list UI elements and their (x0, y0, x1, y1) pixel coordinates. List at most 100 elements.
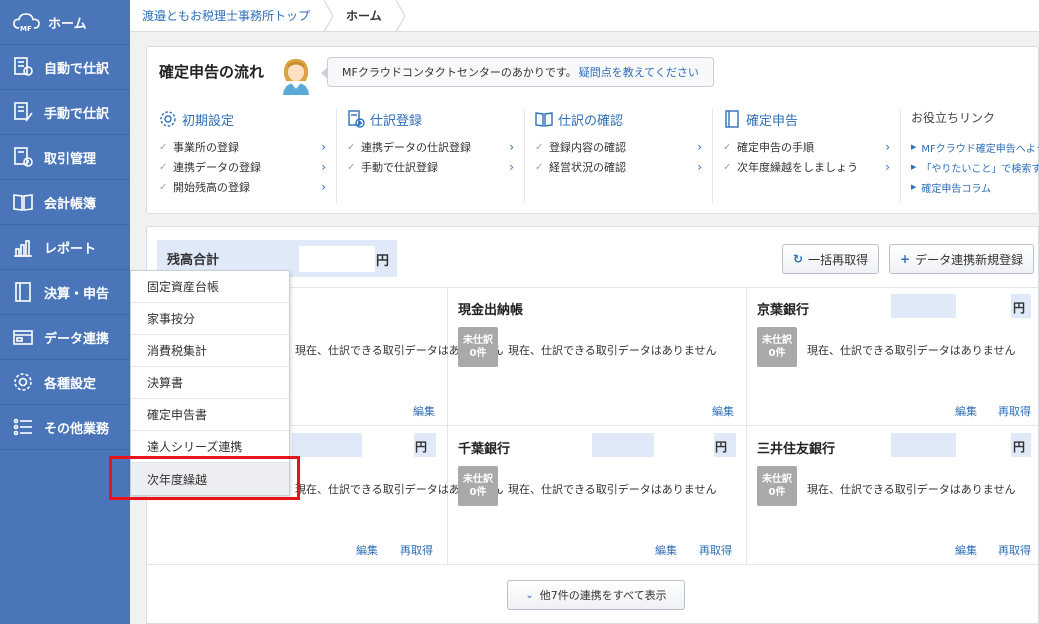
button-label: 一括再取得 (808, 252, 869, 267)
sidebar-item-transactions[interactable]: 取引管理 (0, 135, 130, 180)
check-icon: ✓ (347, 161, 356, 173)
col-title: 仕訳の確認 (558, 113, 624, 129)
refresh-icon: ↻ (793, 252, 804, 266)
useful-link[interactable]: ▶ 「やりたいこと」で検索する (911, 157, 1039, 177)
edit-link[interactable]: 編集 (955, 542, 977, 558)
refetch-link[interactable]: 再取得 (400, 542, 433, 558)
refetch-link[interactable]: 再取得 (998, 542, 1031, 558)
sidebar-item-auto-journal[interactable]: 自動で仕訳 (0, 45, 130, 90)
refresh-all-button[interactable]: ↻ 一括再取得 (782, 244, 880, 274)
flow-col-initial-setup: 初期設定 ✓ 事業所の登録 › ✓ 連携データの登録 › ✓ 開始残高の登録 › (159, 109, 337, 203)
sidebar-item-data-link[interactable]: データ連携 (0, 315, 130, 360)
button-label: 他7件の連携をすべて表示 (539, 589, 667, 602)
chevron-right-icon (395, 0, 406, 32)
list-icon (12, 416, 34, 438)
sidebar-item-settings[interactable]: 各種設定 (0, 360, 130, 405)
sidebar-item-report[interactable]: レポート (0, 225, 130, 270)
item-label: 経営状況の確認 (549, 161, 626, 174)
flow-item[interactable]: ✓ 連携データの仕訳登録 › (347, 137, 514, 157)
flow-item[interactable]: ✓ 登録内容の確認 › (535, 137, 702, 157)
badge-label: 未仕訳 (463, 335, 493, 346)
sidebar-item-label: 会計帳簿 (44, 196, 97, 212)
yen-label: 円 (415, 440, 428, 454)
edit-link[interactable]: 編集 (356, 542, 378, 558)
account-title: 千葉銀行 (458, 442, 511, 457)
journal-add-icon (348, 110, 365, 128)
transaction-icon (12, 146, 34, 168)
chevron-right-icon: › (509, 160, 514, 174)
balance-yen: 円 (375, 254, 389, 269)
show-all-links-button[interactable]: ⌄ 他7件の連携をすべて表示 (507, 580, 685, 610)
sidebar-item-manual-journal[interactable]: 手動で仕訳 (0, 90, 130, 135)
edit-link[interactable]: 編集 (413, 403, 435, 419)
flow-col-tax-return: 確定申告 ✓ 確定申告の手順 › ✓ 次年度繰越をしましょう › (723, 109, 901, 203)
menu-item-household-allocation[interactable]: 家事按分 (131, 303, 289, 335)
item-label: 開始残高の登録 (173, 181, 250, 194)
sidebar: MF ホーム 自動で仕訳 手動で仕訳 取引管理 会計帳簿 レポート 決算・申告 … (0, 0, 130, 624)
sidebar-item-label: その他業務 (44, 421, 110, 437)
manual-journal-icon (12, 101, 34, 123)
flow-col-head[interactable]: 仕訳の確認 (535, 109, 702, 129)
flow-item[interactable]: ✓ 連携データの登録 › (159, 157, 326, 177)
flow-title: 確定申告の流れ (159, 63, 265, 81)
chevron-right-icon (323, 0, 334, 32)
chevron-right-icon: › (697, 160, 702, 174)
yen-label: 円 (715, 440, 728, 454)
balance-label: 残高合計 (167, 253, 220, 268)
bubble-link[interactable]: 疑問点を教えてください (579, 64, 699, 80)
breadcrumb-office-top[interactable]: 渡邉ともお税理士事務所トップ (130, 0, 324, 32)
sidebar-item-label: 手動で仕訳 (44, 106, 110, 122)
badge-count: 0件 (768, 348, 786, 359)
menu-item-financial-statements[interactable]: 決算書 (131, 367, 289, 399)
menu-item-tax-return[interactable]: 確定申告書 (131, 399, 289, 431)
edit-link[interactable]: 編集 (712, 403, 734, 419)
menu-item-fixed-assets[interactable]: 固定資産台帳 (131, 271, 289, 303)
flow-item[interactable]: ✓ 次年度繰越をしましょう › (723, 157, 890, 177)
item-label: 手動で仕訳登録 (361, 161, 438, 174)
card-message: 現在、仕訳できる取引データはありません (807, 344, 1016, 357)
useful-link[interactable]: ▶ 確定申告コラム (911, 177, 1039, 197)
badge-count: 0件 (469, 487, 487, 498)
bubble-text: MFクラウドコンタクトセンターのあかりです。 (342, 66, 577, 79)
account-title: 京葉銀行 (757, 303, 810, 318)
sidebar-item-other[interactable]: その他業務 (0, 405, 130, 450)
sidebar-item-books[interactable]: 会計帳簿 (0, 180, 130, 225)
flow-col-journal-entry: 仕訳登録 ✓ 連携データの仕訳登録 › ✓ 手動で仕訳登録 › (347, 109, 525, 203)
item-label: 登録内容の確認 (549, 141, 626, 154)
unjournaled-badge: 未仕訳 0件 (458, 327, 498, 367)
flow-col-head[interactable]: 仕訳登録 (347, 109, 514, 129)
sidebar-item-settlement[interactable]: 決算・申告 (0, 270, 130, 315)
refetch-link[interactable]: 再取得 (998, 403, 1031, 419)
book-icon (12, 191, 34, 213)
flow-col-head[interactable]: 初期設定 (159, 109, 326, 129)
edit-link[interactable]: 編集 (655, 542, 677, 558)
flow-item[interactable]: ✓ 開始残高の登録 › (159, 177, 326, 197)
yen-label: 円 (1013, 440, 1026, 454)
flow-item[interactable]: ✓ 手動で仕訳登録 › (347, 157, 514, 177)
check-icon: ✓ (723, 161, 732, 173)
sidebar-item-label: 各種設定 (44, 376, 97, 392)
sidebar-item-home[interactable]: MF ホーム (0, 0, 130, 45)
link-label: MFクラウド確定申告へようこそ (921, 143, 1039, 155)
flow-item[interactable]: ✓ 事業所の登録 › (159, 137, 326, 157)
refetch-link[interactable]: 再取得 (699, 542, 732, 558)
auto-journal-icon (12, 56, 34, 78)
breadcrumb: 渡邉ともお税理士事務所トップ ホーム (130, 0, 1039, 32)
link-label: 確定申告コラム (921, 183, 992, 195)
balance-value (956, 294, 1011, 318)
flow-item[interactable]: ✓ 確定申告の手順 › (723, 137, 890, 157)
check-icon: ✓ (159, 141, 168, 153)
useful-link[interactable]: ▶ MFクラウド確定申告へようこそ (911, 137, 1039, 157)
menu-item-consumption-tax[interactable]: 消費税集計 (131, 335, 289, 367)
add-data-link-button[interactable]: + データ連携新規登録 (889, 244, 1035, 274)
badge-count: 0件 (768, 487, 786, 498)
sidebar-item-label: 自動で仕訳 (44, 61, 110, 77)
check-icon: ✓ (159, 181, 168, 193)
gear-icon (12, 371, 34, 393)
flow-col-head[interactable]: 確定申告 (723, 109, 890, 129)
edit-link[interactable]: 編集 (955, 403, 977, 419)
item-label: 次年度繰越をしましょう (737, 161, 858, 174)
triangle-right-icon: ▶ (911, 143, 917, 151)
item-label: 連携データの仕訳登録 (361, 141, 471, 154)
flow-item[interactable]: ✓ 経営状況の確認 › (535, 157, 702, 177)
